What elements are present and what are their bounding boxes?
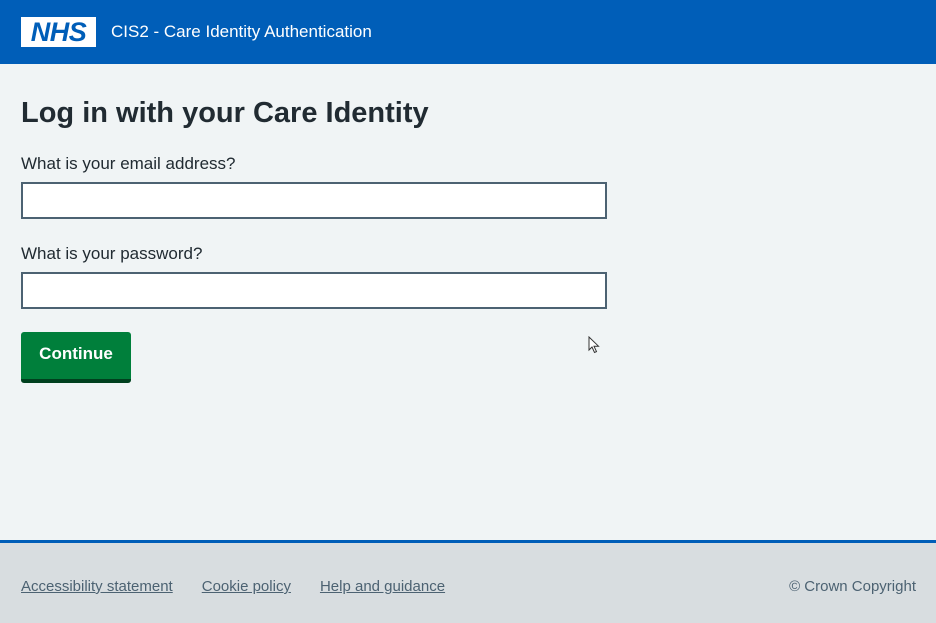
nhs-logo-text: NHS (30, 17, 87, 47)
copyright-text: © Crown Copyright (789, 578, 916, 595)
site-footer: Accessibility statement Cookie policy He… (0, 540, 936, 623)
password-input[interactable] (21, 272, 607, 309)
mouse-pointer-icon (588, 336, 600, 354)
page-title: Log in with your Care Identity (21, 97, 429, 129)
footer-link-cookie-policy[interactable]: Cookie policy (202, 577, 291, 597)
email-input[interactable] (21, 182, 607, 219)
password-label: What is your password? (21, 244, 203, 263)
footer-link-accessibility[interactable]: Accessibility statement (21, 577, 173, 597)
main-content: Log in with your Care Identity What is y… (21, 64, 721, 383)
nhs-logo[interactable]: NHS (21, 17, 96, 47)
continue-button[interactable]: Continue (21, 332, 131, 383)
footer-links: Accessibility statement Cookie policy He… (21, 577, 474, 597)
site-header: NHS CIS2 - Care Identity Authentication (0, 0, 936, 64)
service-name: CIS2 - Care Identity Authentication (111, 22, 372, 41)
email-label: What is your email address? (21, 154, 236, 173)
footer-link-help[interactable]: Help and guidance (320, 577, 445, 597)
